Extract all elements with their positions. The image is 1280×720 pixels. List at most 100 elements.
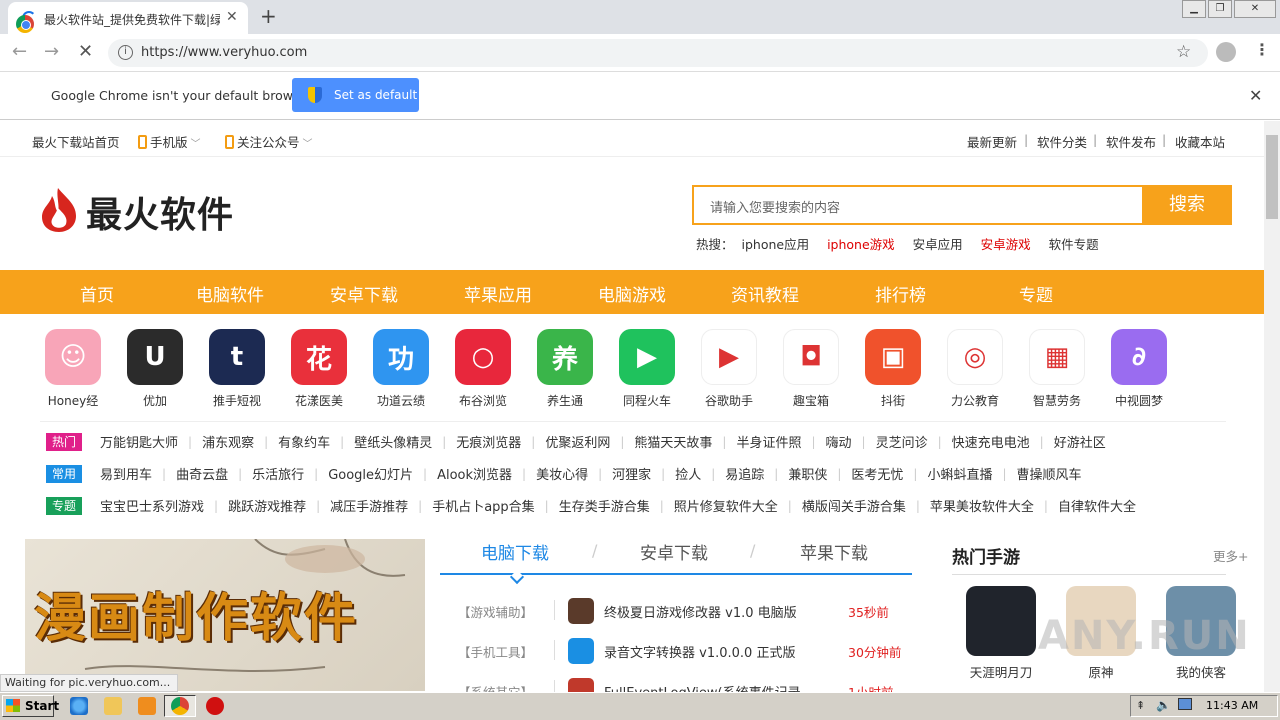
tag-link[interactable]: 灵芝问诊 [876, 432, 928, 451]
tray-arrow-icon[interactable]: ⇞ [1136, 699, 1145, 712]
tag-link[interactable]: 跳跃游戏推荐 [228, 496, 306, 515]
browser-tab[interactable]: 最火软件站_提供免费软件下载|绿色 ✕ [8, 2, 248, 34]
tag-link[interactable]: 宝宝巴士系列游戏 [100, 496, 204, 515]
app-item[interactable]: U 优加 [115, 329, 195, 409]
tag-link[interactable]: Alook浏览器 [437, 464, 512, 483]
nav-ranking[interactable]: 排行榜 [875, 281, 926, 306]
tag-link[interactable]: 曹操顺风车 [1017, 464, 1082, 483]
hot-search-item[interactable]: 软件专题 [1049, 237, 1099, 252]
nav-pc-games[interactable]: 电脑游戏 [598, 281, 666, 306]
game-item[interactable]: 天涯明月刀 [966, 586, 1036, 681]
nav-news[interactable]: 资讯教程 [731, 281, 799, 306]
tag-link[interactable]: 无痕浏览器 [456, 432, 521, 451]
tag-link[interactable]: 半身证件照 [736, 432, 801, 451]
more-link[interactable]: 更多+ [1213, 546, 1248, 565]
tag-link[interactable]: 兼职侠 [788, 464, 827, 483]
search-input[interactable]: 请输入您要搜索的内容 [692, 185, 1142, 225]
app-item[interactable]: t 推手短视 [197, 329, 277, 409]
app-item[interactable]: 花花漾医美 [279, 329, 359, 409]
tag-link[interactable]: 医考无忧 [851, 464, 903, 483]
download-row[interactable]: 【游戏辅助】 终极夏日游戏修改器 v1.0 电脑版 35秒前 [458, 596, 918, 628]
star-icon[interactable]: ☆ [1176, 42, 1191, 62]
tab-close-icon[interactable]: ✕ [226, 9, 238, 25]
tab-android-download[interactable]: 安卓下载 [640, 539, 708, 564]
tag-link[interactable]: 曲奇云盘 [176, 464, 228, 483]
wechat-link[interactable]: 关注公众号 ﹀ [225, 132, 313, 151]
app-item[interactable]: ▣ 抖街 [853, 329, 933, 409]
tag-link[interactable]: 易到用车 [100, 464, 152, 483]
new-tab-icon[interactable]: + [260, 4, 277, 28]
tag-link[interactable]: 手机占卜app合集 [432, 496, 534, 515]
app-item[interactable]: ▦ 智慧劳务 [1017, 329, 1097, 409]
nav-pc-software[interactable]: 电脑软件 [196, 281, 264, 306]
bookmark-link[interactable]: 收藏本站 [1175, 132, 1225, 151]
profile-avatar[interactable] [1216, 42, 1236, 62]
stop-sign-icon[interactable] [206, 697, 224, 715]
hot-search-item[interactable]: iphone游戏 [827, 237, 895, 252]
app-item[interactable]: ☺ Honey经 [33, 329, 113, 409]
tag-link[interactable]: 河狸家 [612, 464, 651, 483]
nav-apple[interactable]: 苹果应用 [464, 281, 532, 306]
nav-home[interactable]: 首页 [80, 281, 114, 306]
tag-link[interactable]: 乐活旅行 [252, 464, 304, 483]
tag-link[interactable]: 生存类手游合集 [559, 496, 650, 515]
tag-link[interactable]: 好游社区 [1054, 432, 1106, 451]
download-row[interactable]: 【手机工具】 录音文字转换器 v1.0.0.0 正式版 30分钟前 [458, 636, 918, 668]
tag-link[interactable]: 捡人 [675, 464, 701, 483]
app-item[interactable]: 功功道云绩 [361, 329, 441, 409]
tab-apple-download[interactable]: 苹果下载 [800, 539, 868, 564]
tag-link[interactable]: 易追踪 [725, 464, 764, 483]
tag-link[interactable]: 优聚返利网 [545, 432, 610, 451]
tag-link[interactable]: 浦东观察 [202, 432, 254, 451]
tag-link[interactable]: 自律软件大全 [1058, 496, 1136, 515]
minimize-icon[interactable]: ▁ [1182, 0, 1206, 18]
tag-link[interactable]: 照片修复软件大全 [674, 496, 778, 515]
hot-search-item[interactable]: 安卓游戏 [981, 237, 1031, 252]
mobile-link[interactable]: 手机版 ﹀ [138, 132, 201, 151]
app-item[interactable]: ∂ 中视圆梦 [1099, 329, 1179, 409]
app-item[interactable]: ◎ 力公教育 [935, 329, 1015, 409]
tag-link[interactable]: 小蝌蚪直播 [927, 464, 992, 483]
window-close-icon[interactable]: ✕ [1234, 0, 1276, 18]
scrollbar-thumb[interactable] [1266, 135, 1278, 219]
tag-link[interactable]: 苹果美妆软件大全 [930, 496, 1034, 515]
nav-topics[interactable]: 专题 [1019, 281, 1053, 306]
app-item[interactable]: 养养生通 [525, 329, 605, 409]
app-item[interactable]: ▶ 谷歌助手 [689, 329, 769, 409]
tag-link[interactable]: 壁纸头像精灵 [354, 432, 432, 451]
app-item[interactable]: ○ 布谷浏览 [443, 329, 523, 409]
ie-icon[interactable] [70, 697, 88, 715]
tab-pc-download[interactable]: 电脑下载 [481, 539, 549, 564]
hot-search-item[interactable]: 安卓应用 [913, 237, 963, 252]
network-icon[interactable] [1178, 698, 1192, 710]
tag-link[interactable]: 嗨动 [826, 432, 852, 451]
tag-link[interactable]: Google幻灯片 [328, 464, 413, 483]
download-title[interactable]: 录音文字转换器 v1.0.0.0 正式版 [604, 642, 795, 661]
download-title[interactable]: 终极夏日游戏修改器 v1.0 电脑版 [604, 602, 797, 621]
latest-link[interactable]: 最新更新 [967, 132, 1017, 151]
hot-search-item[interactable]: iphone应用 [742, 237, 810, 252]
restore-icon[interactable]: ❐ [1208, 0, 1232, 18]
home-link[interactable]: 最火下载站首页 [32, 132, 120, 151]
tag-link[interactable]: 减压手游推荐 [330, 496, 408, 515]
tag-link[interactable]: 横版闯关手游合集 [802, 496, 906, 515]
info-icon[interactable]: i [118, 45, 133, 60]
volume-icon[interactable]: 🔈 [1156, 698, 1171, 712]
back-icon[interactable]: ← [12, 41, 27, 62]
nav-android[interactable]: 安卓下载 [330, 281, 398, 306]
media-player-icon[interactable] [138, 697, 156, 715]
app-item[interactable]: ▶ 同程火车 [607, 329, 687, 409]
app-item[interactable]: ◘ 趣宝箱 [771, 329, 851, 409]
site-logo-text[interactable]: 最火软件 [86, 186, 234, 238]
stop-icon[interactable]: ✕ [78, 41, 93, 62]
address-bar[interactable]: i https://www.veryhuo.com ☆ [108, 39, 1208, 67]
tag-link[interactable]: 快速充电电池 [952, 432, 1030, 451]
forward-icon[interactable]: → [44, 41, 59, 62]
flame-logo-icon[interactable] [36, 186, 82, 232]
tag-link[interactable]: 美妆心得 [536, 464, 588, 483]
menu-icon[interactable]: ⋮ [1254, 40, 1270, 59]
search-button[interactable]: 搜索 [1142, 185, 1232, 225]
publish-link[interactable]: 软件发布 [1106, 132, 1156, 151]
folder-icon[interactable] [104, 697, 122, 715]
tag-link[interactable]: 熊猫天天故事 [634, 432, 712, 451]
